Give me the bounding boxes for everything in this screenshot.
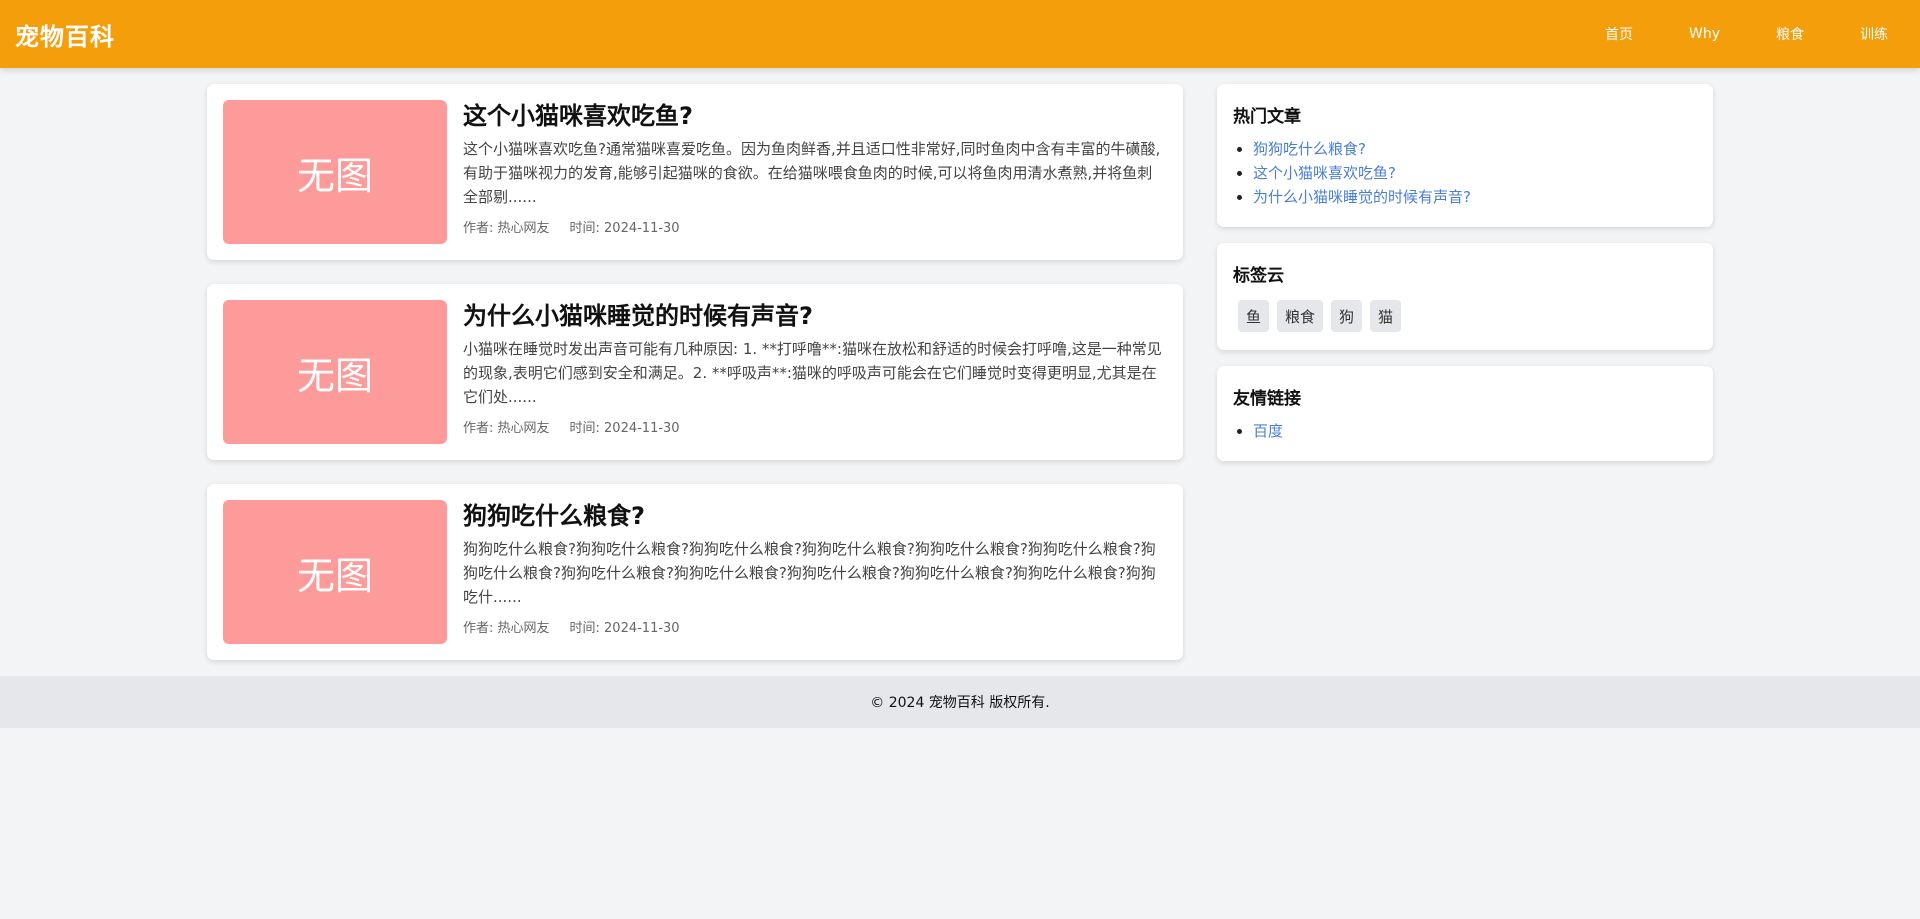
article-info: 这个小猫咪喜欢吃鱼? 这个小猫咪喜欢吃鱼?通常猫咪喜爱吃鱼。因为鱼肉鲜香,并且适…	[463, 100, 1167, 244]
hot-articles-list: 狗狗吃什么粮食? 这个小猫咪喜欢吃鱼? 为什么小猫咪睡觉的时候有声音?	[1233, 137, 1697, 209]
article-author: 作者: 热心网友	[463, 421, 550, 436]
article-card[interactable]: 无图 狗狗吃什么粮食? 狗狗吃什么粮食?狗狗吃什么粮食?狗狗吃什么粮食?狗狗吃什…	[207, 484, 1183, 660]
hot-articles-heading: 热门文章	[1233, 107, 1301, 127]
article-meta: 作者: 热心网友 时间: 2024-11-30	[463, 417, 1167, 436]
article-meta: 作者: 热心网友 时间: 2024-11-30	[463, 617, 1167, 636]
article-thumbnail-placeholder[interactable]: 无图	[223, 100, 447, 244]
main-content: 无图 这个小猫咪喜欢吃鱼? 这个小猫咪喜欢吃鱼?通常猫咪喜爱吃鱼。因为鱼肉鲜香,…	[207, 84, 1713, 684]
article-title[interactable]: 狗狗吃什么粮食?	[463, 500, 1167, 532]
article-thumbnail-placeholder[interactable]: 无图	[223, 300, 447, 444]
tag-dog[interactable]: 狗	[1331, 300, 1363, 332]
hot-article-link[interactable]: 这个小猫咪喜欢吃鱼?	[1253, 164, 1396, 182]
article-meta: 作者: 热心网友 时间: 2024-11-30	[463, 217, 1167, 236]
nav-why-link[interactable]: Why	[1689, 26, 1720, 42]
article-excerpt: 这个小猫咪喜欢吃鱼?通常猫咪喜爱吃鱼。因为鱼肉鲜香,并且适口性非常好,同时鱼肉中…	[463, 140, 1161, 206]
tag-cloud-heading: 标签云	[1233, 266, 1284, 286]
page-footer: © 2024 宠物百科 版权所有.	[0, 676, 1920, 728]
tag-food[interactable]: 粮食	[1277, 300, 1324, 332]
tag-fish[interactable]: 鱼	[1238, 300, 1270, 332]
copyright-text: © 2024 宠物百科 版权所有.	[870, 695, 1050, 711]
hot-article-link[interactable]: 狗狗吃什么粮食?	[1253, 140, 1366, 158]
article-title[interactable]: 为什么小猫咪睡觉的时候有声音?	[463, 300, 1167, 332]
friend-links-widget: 友情链接 百度	[1217, 366, 1713, 461]
nav-food-link[interactable]: 粮食	[1776, 24, 1804, 44]
article-time: 时间: 2024-11-30	[569, 421, 680, 436]
article-list: 无图 这个小猫咪喜欢吃鱼? 这个小猫咪喜欢吃鱼?通常猫咪喜爱吃鱼。因为鱼肉鲜香,…	[207, 84, 1183, 684]
article-excerpt: 小猫咪在睡觉时发出声音可能有几种原因: 1. **打呼噜**:猫咪在放松和舒适的…	[463, 340, 1162, 406]
list-item: 这个小猫咪喜欢吃鱼?	[1253, 161, 1697, 185]
main-nav: 首页 Why 粮食 训练	[1549, 0, 1905, 68]
hot-articles-widget: 热门文章 狗狗吃什么粮食? 这个小猫咪喜欢吃鱼? 为什么小猫咪睡觉的时候有声音?	[1217, 84, 1713, 227]
article-title[interactable]: 这个小猫咪喜欢吃鱼?	[463, 100, 1167, 132]
site-logo[interactable]: 宠物百科	[15, 17, 115, 52]
article-author: 作者: 热心网友	[463, 221, 550, 236]
article-time: 时间: 2024-11-30	[569, 621, 680, 636]
hot-article-link[interactable]: 为什么小猫咪睡觉的时候有声音?	[1253, 188, 1471, 206]
friend-links-heading: 友情链接	[1233, 389, 1301, 409]
list-item: 百度	[1253, 419, 1697, 443]
sidebar: 热门文章 狗狗吃什么粮食? 这个小猫咪喜欢吃鱼? 为什么小猫咪睡觉的时候有声音?…	[1217, 84, 1713, 477]
article-card[interactable]: 无图 这个小猫咪喜欢吃鱼? 这个小猫咪喜欢吃鱼?通常猫咪喜爱吃鱼。因为鱼肉鲜香,…	[207, 84, 1183, 260]
article-excerpt: 狗狗吃什么粮食?狗狗吃什么粮食?狗狗吃什么粮食?狗狗吃什么粮食?狗狗吃什么粮食?…	[463, 540, 1156, 606]
nav-training-link[interactable]: 训练	[1860, 24, 1888, 44]
article-info: 为什么小猫咪睡觉的时候有声音? 小猫咪在睡觉时发出声音可能有几种原因: 1. *…	[463, 300, 1167, 444]
article-time: 时间: 2024-11-30	[569, 221, 680, 236]
article-card[interactable]: 无图 为什么小猫咪睡觉的时候有声音? 小猫咪在睡觉时发出声音可能有几种原因: 1…	[207, 284, 1183, 460]
nav-home-link[interactable]: 首页	[1605, 24, 1633, 44]
list-item: 狗狗吃什么粮食?	[1253, 137, 1697, 161]
tag-list: 鱼 粮食 狗 猫	[1233, 300, 1697, 332]
tag-cat[interactable]: 猫	[1370, 300, 1402, 332]
article-author: 作者: 热心网友	[463, 621, 550, 636]
top-navbar: 宠物百科 首页 Why 粮食 训练	[0, 0, 1920, 68]
friend-link[interactable]: 百度	[1253, 422, 1283, 440]
article-thumbnail-placeholder[interactable]: 无图	[223, 500, 447, 644]
friend-links-list: 百度	[1233, 419, 1697, 443]
tag-cloud-widget: 标签云 鱼 粮食 狗 猫	[1217, 243, 1713, 350]
article-info: 狗狗吃什么粮食? 狗狗吃什么粮食?狗狗吃什么粮食?狗狗吃什么粮食?狗狗吃什么粮食…	[463, 500, 1167, 644]
list-item: 为什么小猫咪睡觉的时候有声音?	[1253, 185, 1697, 209]
